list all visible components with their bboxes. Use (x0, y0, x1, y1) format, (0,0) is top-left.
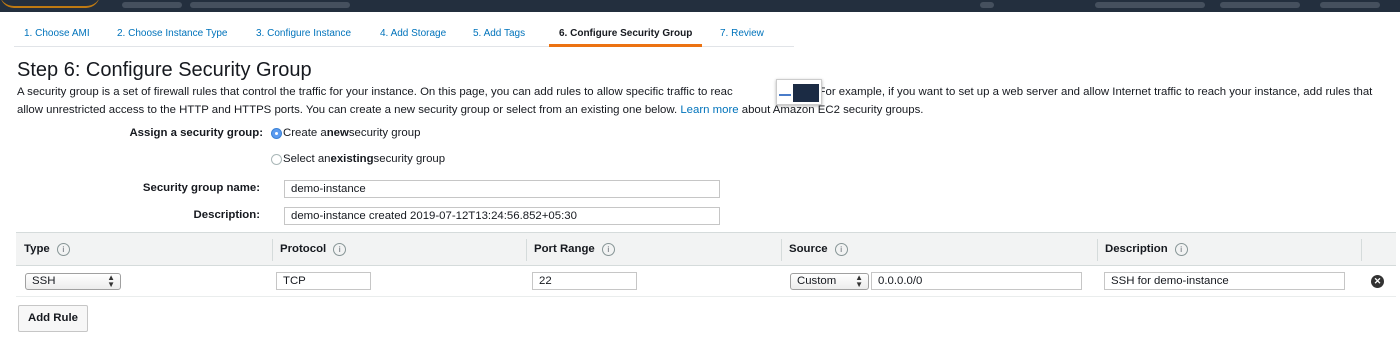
rules-table-header: Type i Protocol i Port Range i Source i … (16, 232, 1396, 266)
source-type-select-value: Custom (797, 275, 837, 287)
assign-security-group-label: Assign a security group: (129, 127, 263, 139)
type-select-value: SSH (32, 275, 56, 287)
top-navigation-bar (0, 0, 1400, 12)
type-select[interactable]: SSH ▲ ▼ (25, 273, 121, 290)
security-group-name-input[interactable]: demo-instance (284, 180, 720, 198)
rule-description-input[interactable]: SSH for demo-instance (1104, 272, 1345, 290)
column-header-port-range-label: Port Range (534, 243, 595, 255)
region-menu[interactable] (1220, 2, 1300, 8)
radio-existing-label-pre: Select an (283, 153, 331, 165)
wizard-step-configure-instance[interactable]: 3. Configure Instance (256, 20, 351, 47)
wizard-step-choose-instance-type[interactable]: 2. Choose Instance Type (117, 20, 227, 47)
source-type-select[interactable]: Custom ▲ ▼ (790, 273, 869, 290)
info-icon[interactable]: i (1174, 242, 1188, 256)
column-header-protocol-label: Protocol (280, 243, 327, 255)
source-cidr-input[interactable]: 0.0.0.0/0 (871, 272, 1082, 290)
intro-paragraph: A security group is a set of firewall ru… (17, 83, 1397, 119)
aws-logo[interactable] (0, 0, 100, 8)
info-icon[interactable]: i (601, 242, 615, 256)
column-header-type-label: Type (24, 243, 50, 255)
close-circle-icon[interactable]: ✕ (1371, 275, 1384, 288)
radio-select-existing-security-group[interactable]: Select an existing security group (271, 153, 445, 165)
intro-text-1: A security group is a set of firewall ru… (17, 86, 733, 98)
wizard-step-review[interactable]: 7. Review (720, 20, 764, 47)
port-range-input[interactable]: 22 (532, 272, 637, 290)
column-header-port-range: Port Range i (534, 233, 615, 265)
info-icon[interactable]: i (333, 242, 347, 256)
column-header-description: Description i (1105, 233, 1188, 265)
radio-existing-label-bold: existing (330, 153, 374, 165)
updown-arrows-icon: ▲ ▼ (107, 273, 115, 289)
wizard-steps: 1. Choose AMI 2. Choose Instance Type 3.… (14, 20, 794, 47)
column-header-type: Type i (24, 233, 70, 265)
security-group-name-label: Security group name: (142, 182, 260, 194)
column-header-protocol: Protocol i (280, 233, 347, 265)
updown-arrows-icon: ▲ ▼ (855, 273, 863, 289)
radio-create-label-post: security group (348, 127, 421, 139)
add-rule-button[interactable]: Add Rule (18, 305, 88, 332)
services-menu[interactable] (122, 2, 182, 8)
table-row: SSH ▲ ▼ TCP 22 Custom ▲ ▼ 0.0.0.0/0 SSH fo… (16, 266, 1396, 297)
resource-groups-menu[interactable] (190, 2, 350, 8)
wizard-step-add-tags[interactable]: 5. Add Tags (473, 20, 525, 47)
radio-create-label-pre: Create a (283, 127, 327, 139)
radio-existing-label-post: security group (373, 153, 446, 165)
account-menu[interactable] (1095, 2, 1205, 8)
info-icon[interactable]: i (56, 242, 70, 256)
intro-text-3: about Amazon EC2 security groups. (741, 104, 924, 116)
description-label: Description: (193, 209, 260, 221)
wizard-step-add-storage[interactable]: 4. Add Storage (380, 20, 446, 47)
column-header-source: Source i (789, 233, 848, 265)
column-header-description-label: Description (1105, 243, 1168, 255)
radio-button[interactable] (271, 153, 282, 165)
bell-icon[interactable] (980, 2, 994, 8)
wizard-step-configure-security-group[interactable]: 6. Configure Security Group (549, 20, 703, 47)
protocol-field: TCP (276, 272, 371, 290)
page-title: Step 6: Configure Security Group (17, 59, 312, 81)
radio-create-new-security-group[interactable]: Create a new security group (271, 127, 420, 139)
support-menu[interactable] (1320, 2, 1380, 8)
description-input[interactable]: demo-instance created 2019-07-12T13:24:5… (284, 207, 720, 225)
column-header-source-label: Source (789, 243, 828, 255)
info-icon[interactable]: i (834, 242, 848, 256)
screenshot-thumbnail (776, 79, 822, 105)
radio-create-label-bold: new (326, 127, 349, 139)
learn-more-link[interactable]: Learn more (680, 104, 738, 116)
wizard-step-choose-ami[interactable]: 1. Choose AMI (24, 20, 90, 47)
radio-button-checked[interactable] (271, 127, 282, 139)
